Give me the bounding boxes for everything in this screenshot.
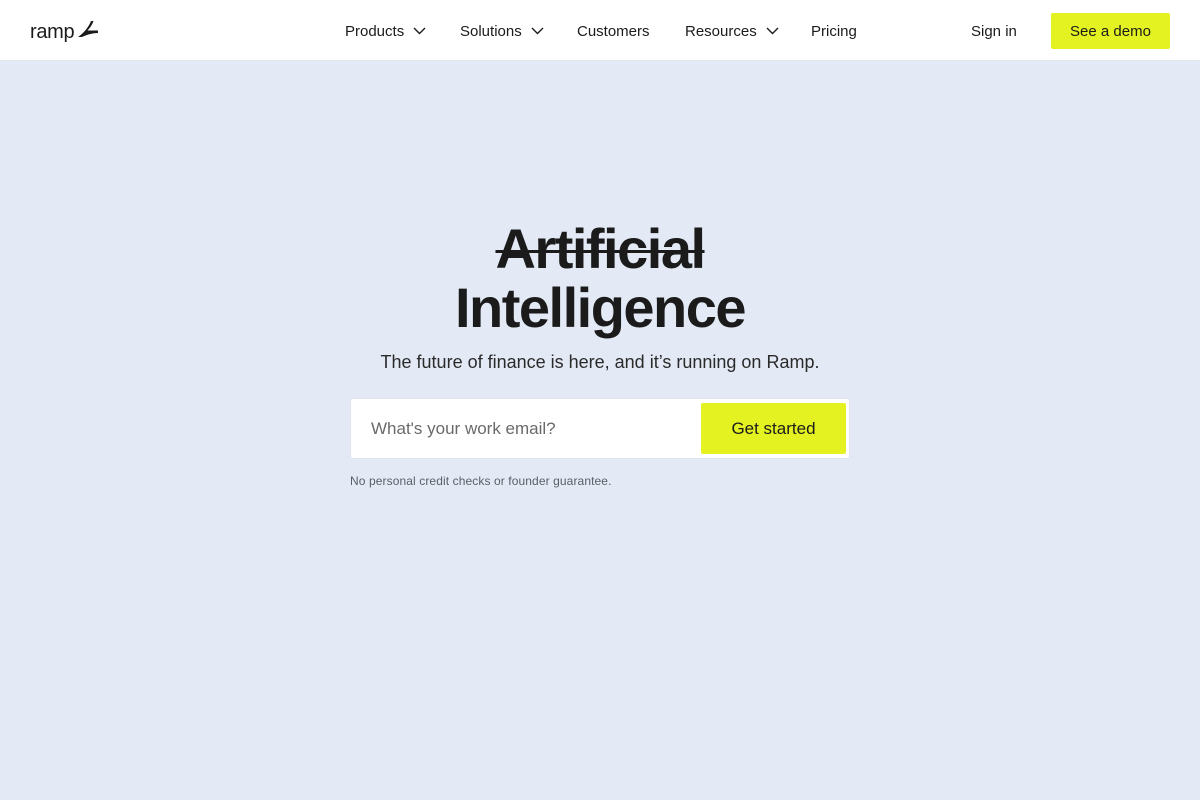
hero-strikethrough-heading: Artificial: [0, 218, 1200, 280]
nav-resources-label: Resources: [685, 22, 757, 40]
signup-form: Get started: [350, 398, 850, 459]
nav-customers[interactable]: Customers: [577, 20, 650, 42]
chevron-down-icon: [531, 27, 544, 35]
chevron-down-icon: [766, 27, 779, 35]
strikethrough-text: Artificial: [495, 217, 706, 280]
ramp-logo[interactable]: ramp: [30, 19, 99, 43]
disclaimer-text: No personal credit checks or founder gua…: [350, 474, 612, 488]
nav-customers-label: Customers: [577, 22, 650, 40]
ramp-bird-icon: [78, 21, 99, 37]
nav-products-label: Products: [345, 22, 405, 40]
nav-products[interactable]: Products: [345, 20, 426, 42]
logo-text: ramp: [30, 21, 75, 43]
nav-solutions[interactable]: Solutions: [460, 20, 544, 42]
sign-in-link[interactable]: Sign in: [971, 20, 1017, 42]
nav-solutions-label: Solutions: [460, 22, 522, 40]
nav-pricing[interactable]: Pricing: [811, 20, 857, 42]
hero-subtitle: The future of finance is here, and it’s …: [380, 352, 820, 372]
chevron-down-icon: [413, 27, 426, 35]
top-navbar: ramp Products Solutions Customers Resour…: [0, 0, 1200, 61]
hero-title: Intelligence: [454, 276, 747, 339]
get-started-button[interactable]: Get started: [701, 403, 846, 454]
nav-pricing-label: Pricing: [811, 22, 857, 40]
see-demo-button[interactable]: See a demo: [1051, 13, 1170, 49]
nav-resources[interactable]: Resources: [685, 20, 779, 42]
work-email-input[interactable]: [371, 413, 691, 445]
